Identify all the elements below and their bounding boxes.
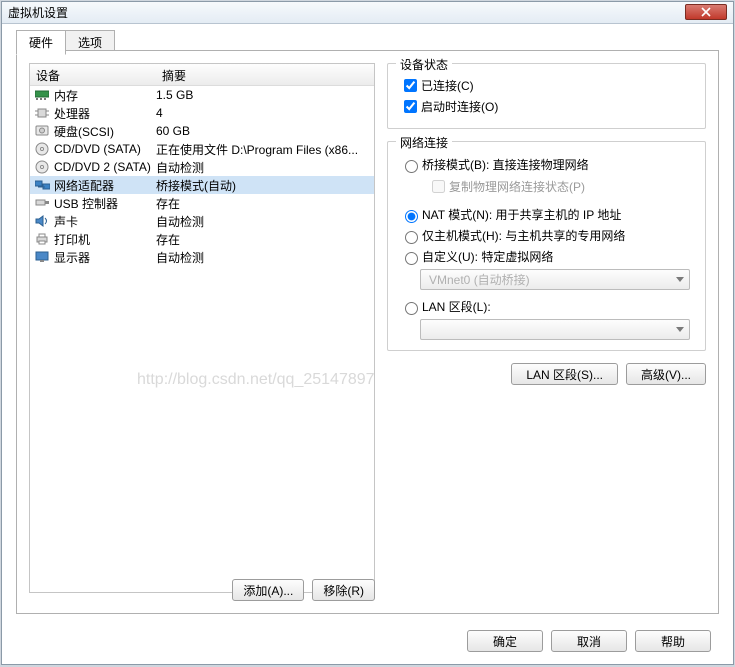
connect-at-power-input[interactable] [404,100,417,113]
monitor-icon [34,249,50,265]
device-name: CD/DVD (SATA) [54,142,156,156]
dialog-footer: 确定 取消 帮助 [467,630,711,652]
network-connection-group: 网络连接 桥接模式(B): 直接连接物理网络 复制物理网络连接状态(P) NAT… [387,141,706,351]
lan-segments-button[interactable]: LAN 区段(S)... [511,363,618,385]
radio-custom-input[interactable] [405,252,418,265]
vm-settings-window: 虚拟机设置 硬件 选项 设备 摘要 内存1.5 GB处理器4硬盘(SCSI)60… [1,1,734,665]
replicate-label: 复制物理网络连接状态(P) [449,178,585,195]
device-name: 硬盘(SCSI) [54,123,156,140]
chevron-down-icon [676,277,684,282]
radio-hostonly-input[interactable] [405,231,418,244]
cancel-button[interactable]: 取消 [551,630,627,652]
device-summary: 自动检测 [156,249,372,266]
hardware-rows: 内存1.5 GB处理器4硬盘(SCSI)60 GBCD/DVD (SATA)正在… [30,86,374,266]
radio-nat[interactable]: NAT 模式(N): 用于共享主机的 IP 地址 [400,206,695,223]
header-device: 设备 [30,64,156,85]
device-name: CD/DVD 2 (SATA) [54,160,156,174]
window-title: 虚拟机设置 [8,4,68,21]
connected-label: 已连接(C) [421,77,474,94]
cpu-icon [34,105,50,121]
hardware-row[interactable]: 打印机存在 [30,230,374,248]
custom-vmnet-select: VMnet0 (自动桥接) [420,269,690,290]
radio-bridged[interactable]: 桥接模式(B): 直接连接物理网络 [400,156,695,173]
radio-hostonly[interactable]: 仅主机模式(H): 与主机共享的专用网络 [400,227,695,244]
hardware-row[interactable]: 处理器4 [30,104,374,122]
tab-hardware[interactable]: 硬件 [16,30,66,55]
advanced-button[interactable]: 高级(V)... [626,363,706,385]
device-name: 声卡 [54,213,156,230]
add-button[interactable]: 添加(A)... [232,579,304,601]
hardware-list-header: 设备 摘要 [30,64,374,86]
radio-custom[interactable]: 自定义(U): 特定虚拟网络 [400,248,695,265]
connected-checkbox[interactable]: 已连接(C) [400,76,695,95]
memory-icon [34,87,50,103]
lan-segment-select [420,319,690,340]
printer-icon [34,231,50,247]
device-name: 内存 [54,87,156,104]
device-summary: 4 [156,106,372,120]
device-summary: 桥接模式(自动) [156,177,372,194]
ok-button[interactable]: 确定 [467,630,543,652]
device-summary: 存在 [156,231,372,248]
usb-icon [34,195,50,211]
titlebar: 虚拟机设置 [2,2,733,24]
device-summary: 自动检测 [156,159,372,176]
disk-icon [34,123,50,139]
device-name: 显示器 [54,249,156,266]
hardware-row[interactable]: CD/DVD (SATA)正在使用文件 D:\Program Files (x8… [30,140,374,158]
close-button[interactable] [685,4,727,20]
device-name: 打印机 [54,231,156,248]
radio-bridged-input[interactable] [405,160,418,173]
cd-icon [34,159,50,175]
radio-hostonly-label: 仅主机模式(H): 与主机共享的专用网络 [422,227,625,244]
device-status-group: 设备状态 已连接(C) 启动时连接(O) [387,63,706,129]
device-name: 网络适配器 [54,177,156,194]
hardware-row[interactable]: 内存1.5 GB [30,86,374,104]
cd-icon [34,141,50,157]
replicate-input [432,180,445,193]
connected-input[interactable] [404,79,417,92]
replicate-checkbox: 复制物理网络连接状态(P) [428,177,695,196]
radio-custom-label: 自定义(U): 特定虚拟网络 [422,248,553,265]
hardware-row[interactable]: CD/DVD 2 (SATA)自动检测 [30,158,374,176]
radio-nat-label: NAT 模式(N): 用于共享主机的 IP 地址 [422,206,621,223]
chevron-down-icon [676,327,684,332]
device-summary: 自动检测 [156,213,372,230]
hardware-row[interactable]: USB 控制器存在 [30,194,374,212]
right-pane: 设备状态 已连接(C) 启动时连接(O) 网络连接 桥接模式(B): 直接连接物 [387,63,706,385]
device-summary: 正在使用文件 D:\Program Files (x86... [156,141,372,158]
device-status-legend: 设备状态 [396,56,452,73]
sound-icon [34,213,50,229]
radio-lan-label: LAN 区段(L): [422,298,491,315]
radio-lan-input[interactable] [405,302,418,315]
device-summary: 存在 [156,195,372,212]
content: 硬件 选项 设备 摘要 内存1.5 GB处理器4硬盘(SCSI)60 GBCD/… [2,24,733,664]
hardware-row[interactable]: 网络适配器桥接模式(自动) [30,176,374,194]
network-icon [34,177,50,193]
hardware-row[interactable]: 声卡自动检测 [30,212,374,230]
remove-button[interactable]: 移除(R) [312,579,375,601]
hardware-row[interactable]: 硬盘(SCSI)60 GB [30,122,374,140]
radio-lan[interactable]: LAN 区段(L): [400,298,695,315]
connect-at-power-label: 启动时连接(O) [421,98,498,115]
device-name: USB 控制器 [54,195,156,212]
device-name: 处理器 [54,105,156,122]
tab-panel: 设备 摘要 内存1.5 GB处理器4硬盘(SCSI)60 GBCD/DVD (S… [16,50,719,614]
network-button-row: LAN 区段(S)... 高级(V)... [387,363,706,385]
close-icon [701,7,711,17]
hardware-row[interactable]: 显示器自动检测 [30,248,374,266]
header-summary: 摘要 [156,64,374,85]
radio-bridged-label: 桥接模式(B): 直接连接物理网络 [422,156,589,173]
hardware-actions: 添加(A)... 移除(R) [29,579,375,601]
help-button[interactable]: 帮助 [635,630,711,652]
radio-nat-input[interactable] [405,210,418,223]
hardware-list: 设备 摘要 内存1.5 GB处理器4硬盘(SCSI)60 GBCD/DVD (S… [29,63,375,593]
custom-vmnet-value: VMnet0 (自动桥接) [429,271,530,288]
device-summary: 60 GB [156,124,372,138]
connect-at-power-checkbox[interactable]: 启动时连接(O) [400,97,695,116]
device-summary: 1.5 GB [156,88,372,102]
network-legend: 网络连接 [396,134,452,151]
